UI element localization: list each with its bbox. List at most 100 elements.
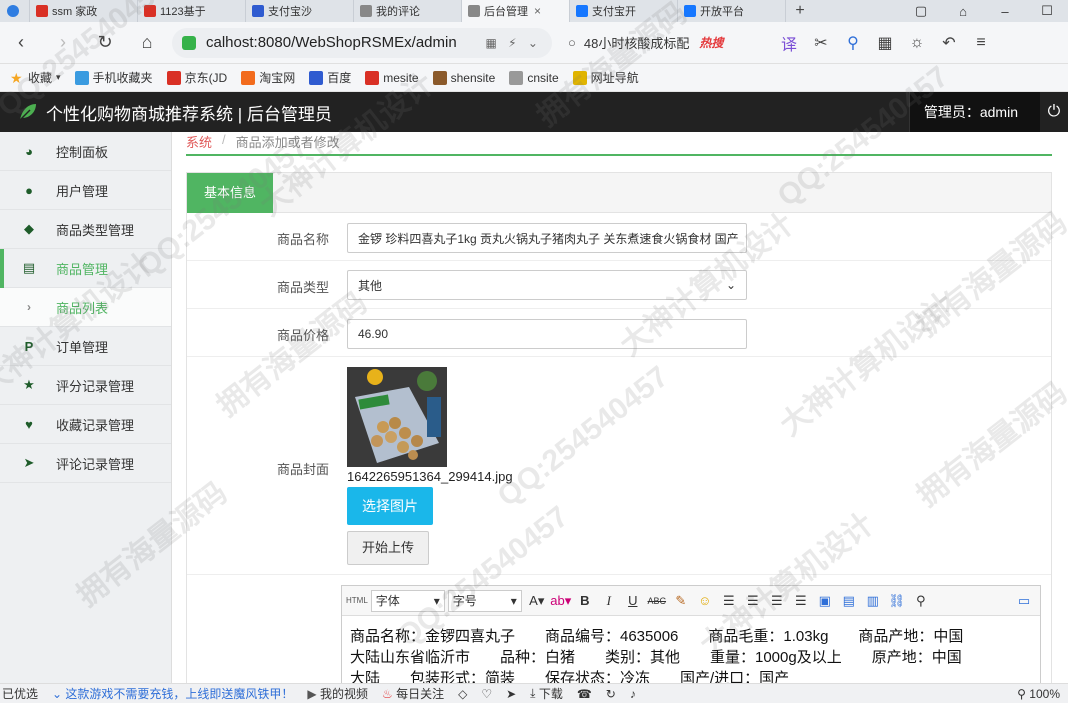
mesite-icon bbox=[365, 70, 380, 85]
sound-icon[interactable]: ♪ bbox=[630, 687, 636, 701]
bookmark-item[interactable]: cnsite bbox=[509, 70, 559, 85]
sidebar-item-label: 商品管理 bbox=[56, 261, 109, 277]
forward-button[interactable]: › bbox=[42, 32, 84, 53]
bookmark-item[interactable]: shensite bbox=[432, 70, 495, 85]
editor-body[interactable]: 商品名称：金锣四喜丸子 商品编号：4635006 商品毛重：1.03kg 商品产… bbox=[342, 616, 1040, 683]
tab-favicon-icon bbox=[252, 5, 264, 17]
flash-icon[interactable]: ▤ bbox=[837, 593, 861, 609]
choose-image-button[interactable]: 选择图片 bbox=[347, 487, 433, 525]
start-upload-button[interactable]: 开始上传 bbox=[347, 531, 429, 565]
form-panel: 基本信息 商品名称 金锣 珍料四喜丸子1kg 贡丸火锅丸子猪肉丸子 关东煮速食火… bbox=[186, 172, 1052, 683]
fullscreen-icon[interactable]: ▭ bbox=[1012, 593, 1036, 609]
strikethrough-icon[interactable]: ABC bbox=[645, 596, 669, 606]
sidebar-item[interactable]: ♥ 收藏记录管理 bbox=[0, 405, 171, 444]
undo-icon[interactable]: ↶ bbox=[933, 33, 965, 53]
browser-tab[interactable]: 我的评论 bbox=[354, 0, 462, 22]
sidebar-item[interactable]: ● 用户管理 bbox=[0, 171, 171, 210]
shield-status-icon[interactable]: ◇ bbox=[458, 687, 467, 701]
highlight-icon[interactable]: ab▾ bbox=[549, 593, 573, 609]
align-justify-icon[interactable]: ☰ bbox=[789, 593, 813, 609]
minimize-button[interactable]: – bbox=[984, 4, 1026, 19]
breadcrumb-current: 商品添加或者修改 bbox=[235, 135, 340, 150]
media-icon[interactable]: ▥ bbox=[861, 593, 885, 609]
bookmark-item[interactable]: 百度 bbox=[309, 69, 351, 86]
admin-user-label[interactable]: 管理员：admin bbox=[908, 92, 1040, 132]
sidebar-item[interactable]: ◕ 控制面板 bbox=[0, 132, 171, 171]
new-tab-button[interactable]: + bbox=[786, 2, 814, 20]
phone-icon[interactable]: ☎ bbox=[577, 687, 592, 701]
address-bar[interactable]: calhost:8080/WebShopRSMEx/admin ▦ ⚡ ⌄ bbox=[172, 27, 552, 58]
preview-icon[interactable]: ⚲ bbox=[909, 593, 933, 609]
image-icon[interactable]: ▣ bbox=[813, 593, 837, 609]
sidebar-item[interactable]: ★ 评分记录管理 bbox=[0, 366, 171, 405]
bookmark-item[interactable]: 手机收藏夹 bbox=[74, 69, 153, 86]
daily-focus-button[interactable]: ♨ 每日关注 bbox=[382, 685, 444, 702]
underline-icon[interactable]: U bbox=[621, 593, 645, 608]
home-button[interactable]: ⌂ bbox=[126, 32, 168, 53]
align-right-icon[interactable]: ☰ bbox=[765, 593, 789, 609]
link-icon[interactable]: ⛓ bbox=[885, 593, 909, 609]
font-size-select[interactable]: 字号 ▾ bbox=[447, 589, 522, 612]
pin-icon[interactable]: ▢ bbox=[900, 3, 942, 19]
scissors-icon[interactable]: ✂ bbox=[805, 33, 837, 53]
tab-close-icon[interactable]: × bbox=[534, 4, 541, 18]
star-icon: ★ bbox=[23, 377, 35, 392]
emoticon-icon[interactable]: ☺ bbox=[693, 593, 717, 608]
align-center-icon[interactable]: ☰ bbox=[741, 593, 765, 609]
row-description: HTML 字体 ▾ 字号 ▾ A▾ ab▾ B I U ABC ✎ ☺ ☰ ☰ … bbox=[187, 575, 1051, 683]
baidu-icon bbox=[309, 70, 324, 85]
sidebar-item[interactable]: ◆ 商品类型管理 bbox=[0, 210, 171, 249]
browser-tab[interactable]: 开放平台 bbox=[678, 0, 786, 22]
download-button[interactable]: ⤓ 下载 bbox=[530, 685, 563, 702]
browser-home-tab[interactable] bbox=[0, 0, 30, 22]
browser-tab[interactable]: 1123基于 bbox=[138, 0, 246, 22]
brightness-icon[interactable]: ☼ bbox=[901, 34, 933, 52]
back-button[interactable]: ‹ bbox=[0, 32, 42, 53]
product-name-label: 商品名称 bbox=[276, 232, 329, 247]
bold-icon[interactable]: B bbox=[573, 593, 597, 608]
product-price-input[interactable]: 46.90 bbox=[347, 319, 747, 349]
bookmark-item[interactable]: 网址导航 bbox=[572, 69, 639, 86]
brush-icon[interactable]: ✎ bbox=[669, 593, 693, 609]
status-ad-link[interactable]: ⌄ 这款游戏不需要充钱，上线即送魔风铁甲！ bbox=[52, 685, 293, 702]
refresh-icon[interactable]: ↻ bbox=[606, 687, 616, 701]
align-left-icon[interactable]: ☰ bbox=[717, 593, 741, 609]
html-source-icon[interactable]: HTML bbox=[346, 596, 368, 605]
browser-tab[interactable]: 后台管理 × bbox=[462, 0, 570, 22]
tab-basic-info[interactable]: 基本信息 bbox=[187, 173, 273, 213]
font-family-select[interactable]: 字体 ▾ bbox=[370, 589, 445, 612]
rocket-icon[interactable]: ➤ bbox=[506, 687, 516, 701]
browser-tab[interactable]: ssm 家政 bbox=[30, 0, 138, 22]
taobao-icon bbox=[241, 70, 256, 85]
breadcrumb-separator: / bbox=[222, 132, 226, 147]
bookmark-item[interactable]: mesite bbox=[365, 70, 419, 85]
bookmark-item[interactable]: ★ 收藏 ▾ bbox=[10, 69, 61, 86]
heartbeat-icon[interactable]: ♡ bbox=[481, 687, 492, 701]
sidebar-item[interactable]: ➤ 评论记录管理 bbox=[0, 444, 171, 483]
bookmark-item[interactable]: 京东(JD bbox=[166, 69, 227, 86]
sidebar-item[interactable]: › 商品列表 bbox=[0, 288, 171, 327]
breadcrumb-root[interactable]: 系统 bbox=[186, 132, 212, 151]
browser-tab[interactable]: 支付宝沙 bbox=[246, 0, 354, 22]
reload-button[interactable]: ↻ bbox=[84, 32, 126, 53]
search-box[interactable]: ○ 48小时核酸成标配 热搜 bbox=[558, 28, 773, 58]
magnifier-icon[interactable]: ⚲ bbox=[837, 33, 869, 53]
product-name-input[interactable]: 金锣 珍料四喜丸子1kg 贡丸火锅丸子猪肉丸子 关东煮速食火锅食材 国产 bbox=[347, 223, 747, 253]
product-type-select[interactable]: 其他 ⌄ bbox=[347, 270, 747, 300]
menu-icon[interactable]: ≡ bbox=[965, 34, 997, 52]
skin-icon[interactable]: ⌂ bbox=[942, 4, 984, 19]
sidebar-item[interactable]: P 订单管理 bbox=[0, 327, 171, 366]
browser-tab[interactable]: 支付宝开 bbox=[570, 0, 678, 22]
zoom-level[interactable]: ⚲ 100% bbox=[1017, 687, 1060, 701]
apps-grid-icon[interactable]: ▦ bbox=[869, 33, 901, 53]
bookmark-item[interactable]: 淘宝网 bbox=[241, 69, 295, 86]
power-icon[interactable]: ⏻ bbox=[1040, 92, 1068, 132]
translate-icon[interactable]: 译 bbox=[773, 31, 805, 55]
maximize-button[interactable]: ☐ bbox=[1026, 3, 1068, 19]
sidebar-item[interactable]: ▤ 商品管理 bbox=[0, 249, 171, 288]
italic-icon[interactable]: I bbox=[597, 593, 621, 609]
my-video-button[interactable]: ▶ 我的视频 bbox=[307, 685, 368, 702]
search-icon: ○ bbox=[568, 35, 576, 50]
font-color-icon[interactable]: A▾ bbox=[525, 593, 549, 609]
address-actions-icon[interactable]: ▦ ⚡ ⌄ bbox=[486, 36, 543, 50]
